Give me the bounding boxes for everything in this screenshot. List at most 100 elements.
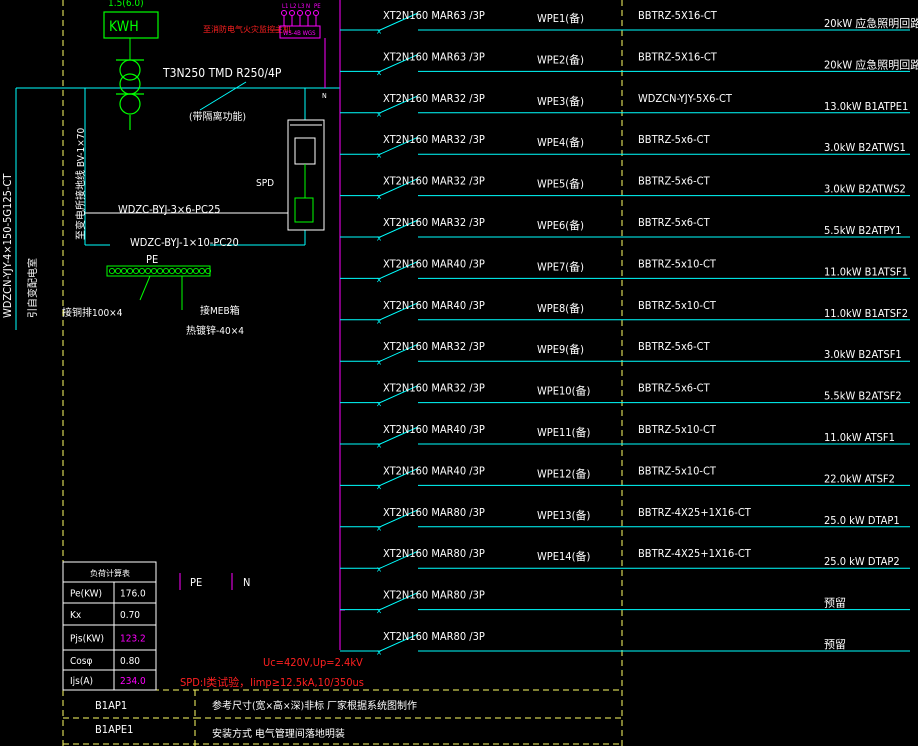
pe-terminal <box>120 267 128 275</box>
circuit-breaker-label: XT2N160 MAR80 /3P <box>383 547 485 560</box>
circuit-cable: BBTRZ-5x10-CT <box>638 423 717 436</box>
calc-row-label: Pe(KW) <box>70 589 102 600</box>
pe-terminal <box>162 267 170 275</box>
pe-cable-label: WDZC-BYJ-1×10-PC20 <box>130 236 239 249</box>
circuit-cable: BBTRZ-5x6-CT <box>638 382 711 395</box>
circuit-id: WPE2(备) <box>537 52 584 66</box>
pe-terminal <box>108 267 116 275</box>
circuit-cable: BBTRZ-5x6-CT <box>638 216 711 229</box>
calc-row-label: Ijs(A) <box>70 676 93 687</box>
spd-label: SPD <box>256 178 274 189</box>
circuit-breaker-label: XT2N160 MAR40 /3P <box>383 299 485 312</box>
circuit-load: 5.5kW B2ATSF2 <box>824 390 902 403</box>
circuit-cable: BBTRZ-5x6-CT <box>638 175 711 188</box>
circuit-load: 11.0kW B1ATSF2 <box>824 307 908 320</box>
circuit-row: ×XT2N160 MAR32 /3P WPE5(备) BBTRZ-5x6-CT 3.0… <box>340 175 910 202</box>
pe-terminal <box>114 267 122 275</box>
terminal-label: L3 <box>298 3 304 10</box>
circuit-id: WPE3(备) <box>537 94 584 108</box>
main-breaker-label: T3N250 TMD R250/4P <box>162 66 282 80</box>
circuit-load: 13.0kW B1ATPE1 <box>824 100 908 113</box>
svg-text:N: N <box>322 92 327 100</box>
svg-text:×: × <box>376 524 382 533</box>
circuit-cable: WDZCN-YJY-5X6-CT <box>638 92 733 105</box>
circuit-load: 11.0kW ATSF1 <box>824 431 895 444</box>
terminal-label: PE <box>314 3 321 10</box>
controller-box-label: WS-4B WGS <box>283 30 316 37</box>
pe-terminal <box>186 267 194 275</box>
pe-terminal <box>198 267 206 275</box>
drawing-frame <box>62 0 623 746</box>
svg-text:×: × <box>376 400 382 409</box>
circuit-id: WPE9(备) <box>537 342 584 356</box>
controller-terminals: L1 L2 L3 N PE <box>281 3 321 26</box>
svg-text:×: × <box>376 607 382 616</box>
load-calculation-table: 负荷计算表 Pe(KW) 176.0 Kx 0.70 Pjs(KW) 123.2 Cosφ 0… <box>62 561 157 691</box>
ground-wire-label: 至变电所接地线 BV-1×70 <box>74 127 87 240</box>
circuit-breaker-label: XT2N160 MAR80 /3P <box>383 506 485 519</box>
calc-row-label: Pjs(KW) <box>70 634 104 645</box>
circuit-cable: BBTRZ-5x10-CT <box>638 257 717 270</box>
circuit-load: 20kW 应急照明回路- <box>824 16 918 30</box>
pe-bar-label: PE <box>146 253 158 266</box>
svg-text:×: × <box>376 565 382 574</box>
circuit-row: ×XT2N160 MAR32 /3P WPE4(备) BBTRZ-5x6-CT 3.0… <box>340 133 910 160</box>
terminal-label: L2 <box>290 3 296 10</box>
circuit-load: 22.0kW ATSF2 <box>824 472 895 485</box>
pe-terminal <box>144 267 152 275</box>
circuit-breaker-label: XT2N160 MAR32 /3P <box>383 133 485 146</box>
circuit-load: 25.0 kW DTAP1 <box>824 514 900 527</box>
terminal-label: L1 <box>282 3 288 10</box>
circuit-row: ×XT2N160 MAR63 /3P WPE1(备) BBTRZ-5X16-CT 20… <box>340 9 918 36</box>
circuit-cable: BBTRZ-5x10-CT <box>638 464 717 477</box>
circuit-id: WPE5(备) <box>537 177 584 191</box>
pe-terminal <box>156 267 164 275</box>
circuit-breaker-label: XT2N160 MAR63 /3P <box>383 50 485 63</box>
main-breaker: T3N250 TMD R250/4P (带隔离功能) <box>162 66 282 123</box>
circuit-cable: BBTRZ-5X16-CT <box>638 50 718 63</box>
circuit-row: ×XT2N160 MAR32 /3P WPE9(备) BBTRZ-5x6-CT 3.0… <box>340 340 910 367</box>
circuit-load: 3.0kW B2ATWS1 <box>824 141 906 154</box>
meter-rating: 1.5(6.0) <box>108 0 144 9</box>
panel-id-1: B1AP1 <box>95 699 127 712</box>
calc-row-label: Cosφ <box>70 656 92 667</box>
flat-steel-label: 热镀锌-40×4 <box>186 324 244 337</box>
spd-spec-line2: SPD:I类试验，Iimp≥12.5kA,10/350us <box>180 675 364 689</box>
circuit-id: WPE7(备) <box>537 259 584 273</box>
circuit-id: WPE10(备) <box>537 384 590 398</box>
svg-text:×: × <box>376 275 382 284</box>
meb-box-label: 接MEB箱 <box>200 304 240 317</box>
circuit-cable: BBTRZ-4X25+1X16-CT <box>638 506 752 519</box>
circuit-load: 3.0kW B2ATWS2 <box>824 183 906 196</box>
distribution-system-diagram: 1.5(6.0) KWH T3N250 TMD R250/4P (带隔离功能) … <box>1 0 918 746</box>
circuit-breaker-label: XT2N160 MAR40 /3P <box>383 257 485 270</box>
pe-bar: PE <box>106 253 212 310</box>
title-block: B1AP1 B1APE1 参考尺寸(宽×高×深)非标 厂家根据系统图制作 安装方… <box>95 699 417 740</box>
circuit-row: ×XT2N160 MAR40 /3P WPE12(备) BBTRZ-5x10-CT 2… <box>340 464 910 491</box>
meter-label: KWH <box>109 19 139 35</box>
circuit-cable: BBTRZ-5X16-CT <box>638 9 718 22</box>
pe-terminal <box>138 267 146 275</box>
svg-text:×: × <box>376 234 382 243</box>
circuit-cable: BBTRZ-5x6-CT <box>638 340 711 353</box>
legend-pe: PE <box>190 576 202 589</box>
pe-terminal <box>174 267 182 275</box>
panel-id-2: B1APE1 <box>95 723 133 736</box>
calc-table-title: 负荷计算表 <box>90 568 130 578</box>
pe-terminal <box>132 267 140 275</box>
pe-terminal <box>150 267 158 275</box>
svg-text:×: × <box>376 317 382 326</box>
legend: PE N <box>179 573 250 590</box>
circuit-id: WPE6(备) <box>537 218 584 232</box>
circuit-breaker-label: XT2N160 MAR32 /3P <box>383 340 485 353</box>
current-transformer-icon <box>116 59 144 130</box>
svg-text:×: × <box>376 482 382 491</box>
circuit-breaker-label: XT2N160 MAR80 /3P <box>383 589 485 602</box>
circuit-load: 3.0kW B2ATSF1 <box>824 348 902 361</box>
circuit-breaker-label: XT2N160 MAR32 /3P <box>383 175 485 188</box>
circuit-load: 25.0 kW DTAP2 <box>824 555 900 568</box>
circuit-row: ×XT2N160 MAR32 /3P WPE3(备) WDZCN-YJY-5X6-C… <box>340 92 910 119</box>
circuit-load: 11.0kW B1ATSF1 <box>824 265 908 278</box>
circuit-breaker-label: XT2N160 MAR80 /3P <box>383 630 485 643</box>
circuit-cable: BBTRZ-4X25+1X16-CT <box>638 547 752 560</box>
